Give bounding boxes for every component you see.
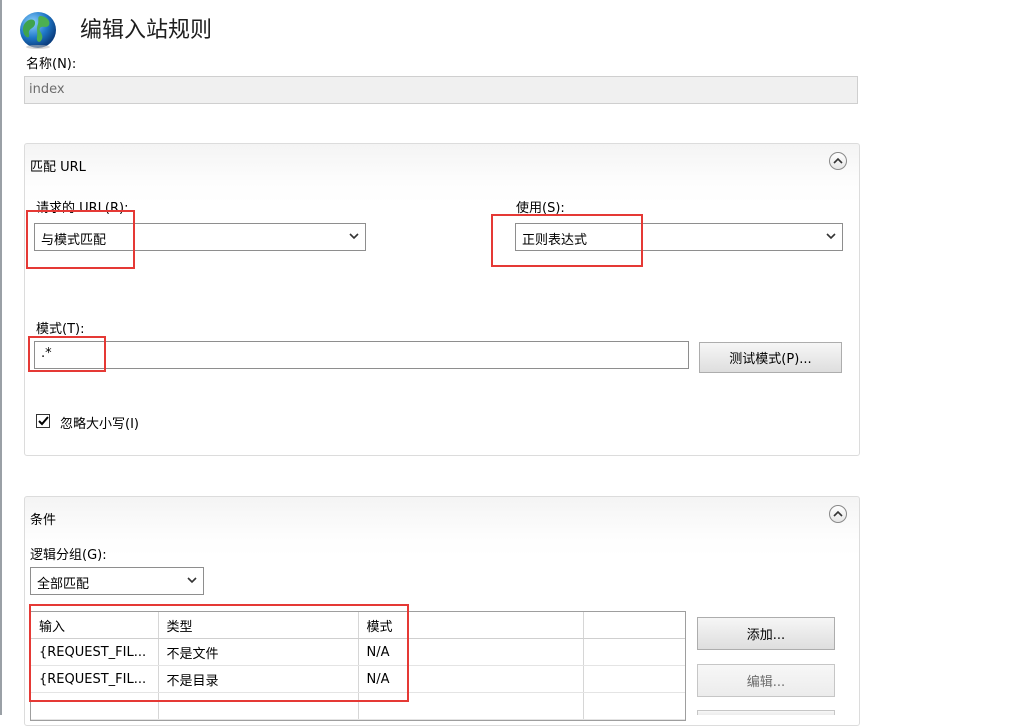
name-field[interactable]: index xyxy=(24,76,858,104)
conditions-title: 条件 xyxy=(30,513,57,528)
match-url-title: 匹配 URL xyxy=(30,160,86,175)
edit-condition-button[interactable]: 编辑... xyxy=(697,664,835,697)
test-pattern-button[interactable]: 测试模式(P)... xyxy=(699,342,842,373)
pattern-input[interactable]: .* xyxy=(34,341,689,369)
window-left-border xyxy=(0,0,2,715)
annotation-highlight-conditions-table xyxy=(29,604,409,702)
annotation-highlight-requested-url xyxy=(26,210,135,269)
chevron-down-icon xyxy=(826,233,836,240)
annotation-highlight-pattern xyxy=(28,336,106,372)
chevron-up-icon xyxy=(833,157,843,164)
checkmark-icon xyxy=(37,416,49,426)
page-title: 编辑入站规则 xyxy=(80,18,213,43)
logical-grouping-label: 逻辑分组(G): xyxy=(30,548,107,563)
add-condition-button[interactable]: 添加... xyxy=(697,617,835,650)
match-url-group xyxy=(24,143,860,456)
remove-condition-button[interactable] xyxy=(697,710,835,715)
logical-grouping-select[interactable]: 全部匹配 xyxy=(30,567,204,595)
name-label: 名称(N): xyxy=(26,57,77,72)
chevron-down-icon xyxy=(187,577,197,584)
globe-icon xyxy=(20,12,56,49)
cell-empty xyxy=(583,638,685,666)
cell-empty xyxy=(583,665,685,693)
ignore-case-label: 忽略大小写(I) xyxy=(60,417,139,432)
logical-grouping-value: 全部匹配 xyxy=(37,577,90,592)
column-header-empty xyxy=(583,612,685,639)
collapse-match-url-button[interactable] xyxy=(829,152,847,170)
pattern-label: 模式(T): xyxy=(36,322,85,337)
annotation-highlight-using xyxy=(491,214,643,267)
chevron-up-icon xyxy=(833,510,843,517)
ignore-case-checkbox[interactable] xyxy=(36,414,50,428)
collapse-conditions-button[interactable] xyxy=(829,505,847,523)
chevron-down-icon xyxy=(349,233,359,240)
